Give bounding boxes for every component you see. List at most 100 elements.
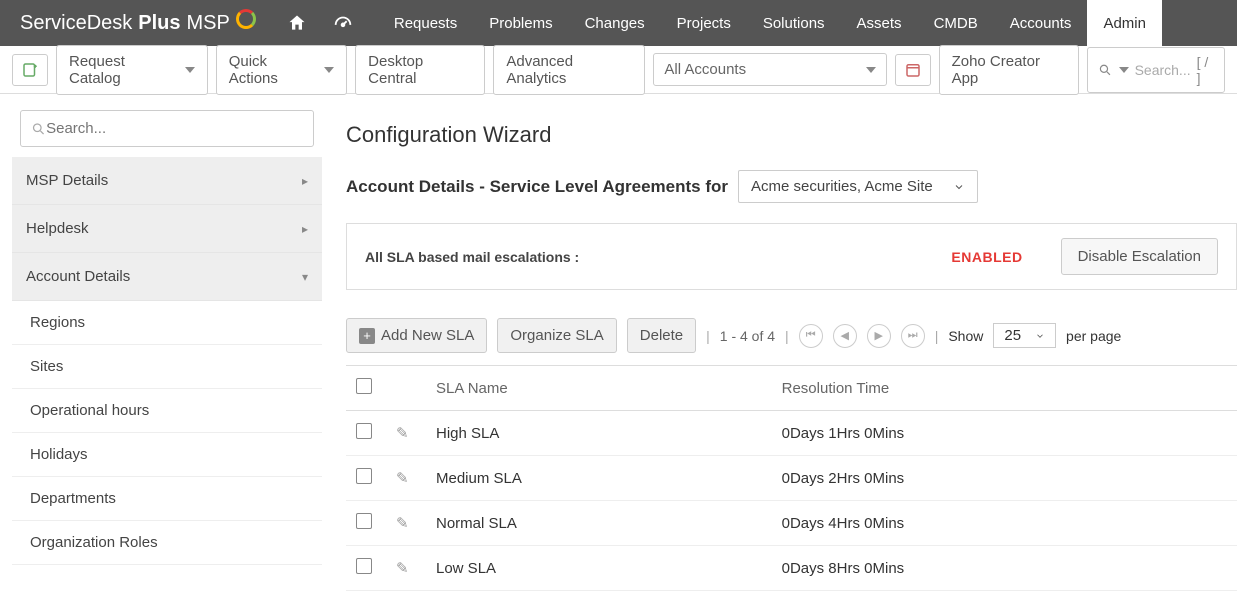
- sidebar-search[interactable]: [20, 110, 314, 147]
- global-search[interactable]: Search... [ / ]: [1087, 47, 1225, 93]
- nav-assets[interactable]: Assets: [841, 0, 918, 46]
- desktop-central-button[interactable]: Desktop Central: [355, 45, 485, 95]
- nav-admin[interactable]: Admin: [1087, 0, 1162, 46]
- page-title: Configuration Wizard: [346, 122, 1237, 148]
- edit-icon[interactable]: ✎: [396, 515, 409, 532]
- advanced-analytics-button[interactable]: Advanced Analytics: [493, 45, 645, 95]
- page-next-button[interactable]: ▶: [867, 324, 891, 348]
- chevron-right-icon: ▸: [302, 174, 308, 188]
- sidebar-item-departments[interactable]: Departments: [12, 477, 322, 521]
- nav-requests[interactable]: Requests: [378, 0, 473, 46]
- chevron-down-icon: ▾: [302, 270, 308, 284]
- edit-icon[interactable]: ✎: [396, 470, 409, 487]
- resolution-time-cell: 0Days 2Hrs 0Mins: [772, 456, 1237, 501]
- request-catalog-label: Request Catalog: [69, 53, 177, 87]
- sub-toolbar: Request Catalog Quick Actions Desktop Ce…: [0, 46, 1237, 94]
- main-content: Configuration Wizard Account Details - S…: [322, 110, 1237, 591]
- page-last-button[interactable]: ⏭: [901, 324, 925, 348]
- organize-sla-button[interactable]: Organize SLA: [497, 318, 616, 353]
- request-catalog-dropdown[interactable]: Request Catalog: [56, 45, 208, 95]
- sidebar-group-helpdesk[interactable]: Helpdesk▸: [12, 205, 322, 253]
- add-new-sla-button[interactable]: +Add New SLA: [346, 318, 487, 353]
- sidebar-item-regions[interactable]: Regions: [12, 301, 322, 345]
- resolution-time-cell: 0Days 8Hrs 0Mins: [772, 546, 1237, 591]
- resolution-time-cell: 0Days 1Hrs 0Mins: [772, 411, 1237, 456]
- row-checkbox[interactable]: [356, 513, 372, 529]
- pagination-range: 1 - 4 of 4: [720, 328, 775, 344]
- chevron-down-icon: [1035, 331, 1045, 341]
- search-icon: [1098, 62, 1112, 78]
- sidebar: MSP Details▸Helpdesk▸Account Details▾ Re…: [12, 110, 322, 591]
- table-row: ✎Low SLA0Days 8Hrs 0Mins: [346, 546, 1237, 591]
- table-row: ✎ High SLA0Days 1Hrs 0Mins: [346, 411, 1237, 456]
- zoho-creator-button[interactable]: Zoho Creator App: [939, 45, 1080, 95]
- show-label: Show: [948, 328, 983, 344]
- chevron-down-icon: [953, 181, 965, 193]
- all-accounts-label: All Accounts: [664, 61, 746, 78]
- resolution-time-cell: 0Days 4Hrs 0Mins: [772, 501, 1237, 546]
- home-icon[interactable]: [274, 13, 320, 33]
- sidebar-search-input[interactable]: [46, 120, 303, 137]
- logo-text-sd: ServiceDesk: [20, 12, 132, 35]
- sidebar-item-holidays[interactable]: Holidays: [12, 433, 322, 477]
- logo-icon: [236, 9, 256, 29]
- row-checkbox[interactable]: [356, 468, 372, 484]
- sidebar-group-account-details[interactable]: Account Details▾: [12, 253, 322, 301]
- account-heading: Account Details - Service Level Agreemen…: [346, 177, 728, 197]
- top-nav: ServiceDesk Plus MSP RequestsProblemsCha…: [0, 0, 1237, 46]
- sla-table: SLA Name Resolution Time ✎High SLA0Days …: [346, 365, 1237, 591]
- page-size-value: 25: [1004, 327, 1021, 344]
- chevron-right-icon: ▸: [302, 222, 308, 236]
- search-placeholder: Search...: [1135, 62, 1191, 78]
- sla-name-cell: High SLA: [426, 411, 772, 456]
- plus-icon: +: [359, 328, 375, 344]
- chevron-down-icon: [185, 67, 195, 73]
- sidebar-item-operational-hours[interactable]: Operational hours: [12, 389, 322, 433]
- sla-name-cell: Normal SLA: [426, 501, 772, 546]
- logo-text-plus: Plus: [138, 12, 180, 35]
- nav-projects[interactable]: Projects: [661, 0, 747, 46]
- page-prev-button[interactable]: ◀: [833, 324, 857, 348]
- chevron-down-icon: [1119, 67, 1129, 73]
- col-sla-name: SLA Name: [426, 366, 772, 411]
- nav-problems[interactable]: Problems: [473, 0, 568, 46]
- calendar-icon-button[interactable]: [895, 54, 931, 86]
- chevron-down-icon: [866, 67, 876, 73]
- new-request-icon-button[interactable]: [12, 54, 48, 86]
- table-row: ✎Medium SLA0Days 2Hrs 0Mins: [346, 456, 1237, 501]
- page-size-dropdown[interactable]: 25: [993, 323, 1056, 348]
- separator: |: [935, 328, 939, 344]
- row-checkbox[interactable]: [356, 423, 372, 439]
- delete-button[interactable]: Delete: [627, 318, 696, 353]
- sidebar-item-sites[interactable]: Sites: [12, 345, 322, 389]
- logo: ServiceDesk Plus MSP: [0, 12, 274, 35]
- page-first-button[interactable]: ⏮: [799, 324, 823, 348]
- logo-text-msp: MSP: [187, 12, 230, 35]
- select-all-checkbox[interactable]: [356, 378, 372, 394]
- escalation-status: ENABLED: [951, 249, 1022, 265]
- disable-escalation-button[interactable]: Disable Escalation: [1061, 238, 1218, 275]
- nav-changes[interactable]: Changes: [569, 0, 661, 46]
- account-site-dropdown[interactable]: Acme securities, Acme Site: [738, 170, 978, 203]
- escalation-label: All SLA based mail escalations :: [365, 249, 579, 265]
- chevron-down-icon: [324, 67, 334, 73]
- per-page-label: per page: [1066, 328, 1121, 344]
- sidebar-group-msp-details[interactable]: MSP Details▸: [12, 157, 322, 205]
- nav-accounts[interactable]: Accounts: [994, 0, 1088, 46]
- nav-cmdb[interactable]: CMDB: [918, 0, 994, 46]
- quick-actions-dropdown[interactable]: Quick Actions: [216, 45, 347, 95]
- nav-solutions[interactable]: Solutions: [747, 0, 841, 46]
- search-icon: [31, 121, 46, 137]
- edit-icon[interactable]: ✎: [396, 560, 409, 577]
- row-checkbox[interactable]: [356, 558, 372, 574]
- escalation-panel: All SLA based mail escalations : ENABLED…: [346, 223, 1237, 290]
- table-row: ✎ Normal SLA0Days 4Hrs 0Mins: [346, 501, 1237, 546]
- separator: |: [785, 328, 789, 344]
- edit-icon[interactable]: ✎: [396, 425, 409, 442]
- all-accounts-dropdown[interactable]: All Accounts: [653, 53, 886, 86]
- account-site-selected: Acme securities, Acme Site: [751, 178, 933, 195]
- gauge-icon[interactable]: [320, 12, 366, 34]
- sidebar-item-organization-roles[interactable]: Organization Roles: [12, 521, 322, 565]
- sla-toolbar: +Add New SLA Organize SLA Delete | 1 - 4…: [346, 310, 1237, 365]
- quick-actions-label: Quick Actions: [229, 53, 316, 87]
